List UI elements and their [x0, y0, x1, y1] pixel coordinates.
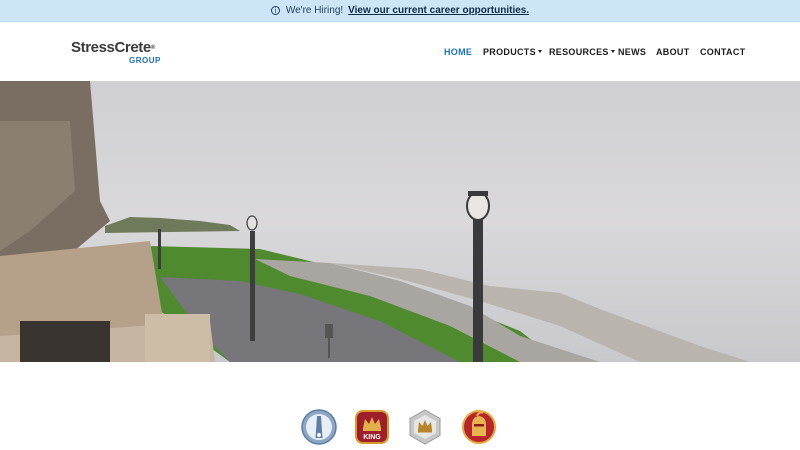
- nav-resources-label: RESOURCES: [549, 47, 609, 57]
- hiring-banner: i We're Hiring! View our current career …: [0, 0, 800, 22]
- king-crown-logo-icon[interactable]: KING: [353, 408, 391, 446]
- lakeshore-scene: [0, 81, 800, 362]
- nav-news-label: NEWS: [618, 47, 647, 57]
- nav-products-label: PRODUCTS: [483, 47, 536, 57]
- brand-logos: KING: [0, 362, 800, 450]
- knight-helmet-logo-icon[interactable]: [460, 408, 498, 446]
- chevron-down-icon: [537, 50, 542, 53]
- nav-news[interactable]: NEWS: [618, 46, 646, 58]
- hiring-lead-text: We're Hiring!: [285, 5, 344, 16]
- careers-link[interactable]: View our current career opportunities.: [348, 5, 529, 16]
- nav-contact-label: CONTACT: [700, 47, 746, 57]
- nav-home[interactable]: HOME: [444, 46, 472, 58]
- chevron-down-icon: [610, 50, 615, 53]
- main-nav: HOME PRODUCTS RESOURCES NEWS ABOUT CONTA…: [0, 46, 800, 60]
- stresscrete-pole-logo-icon[interactable]: [300, 408, 338, 446]
- nav-contact[interactable]: CONTACT: [700, 46, 745, 58]
- site-header: StressCrete® GROUP HOME PRODUCTS RESOURC…: [0, 22, 800, 81]
- nav-about[interactable]: ABOUT: [656, 46, 690, 58]
- nav-about-label: ABOUT: [656, 47, 690, 57]
- crown-hexagon-logo-icon[interactable]: [406, 408, 444, 446]
- nav-home-label: HOME: [444, 47, 473, 57]
- nav-resources[interactable]: RESOURCES: [549, 46, 615, 58]
- nav-products[interactable]: PRODUCTS: [483, 46, 542, 58]
- king-badge-text: KING: [363, 434, 381, 441]
- hero-image: [0, 81, 800, 362]
- info-circle-icon: i: [270, 6, 280, 15]
